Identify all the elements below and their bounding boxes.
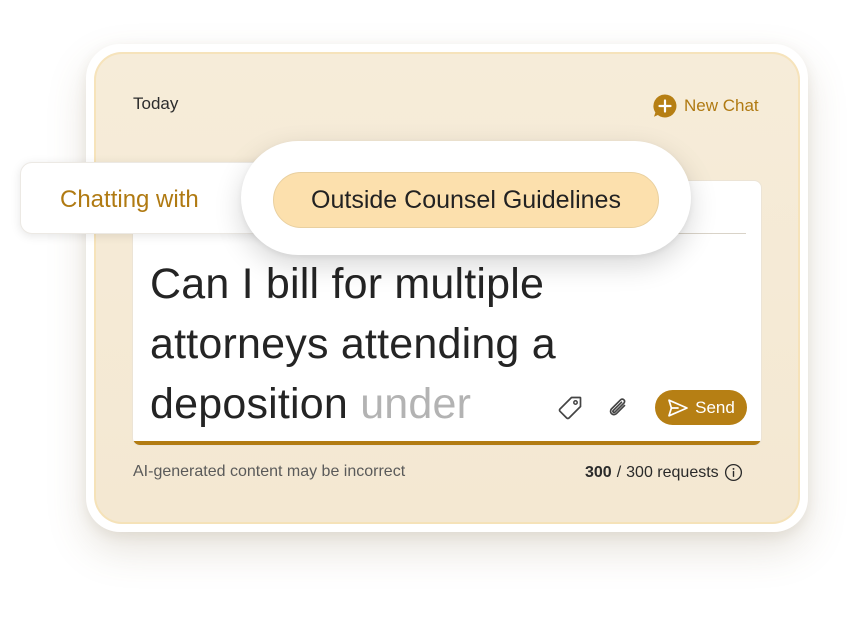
new-chat-button[interactable]: New Chat (652, 93, 759, 119)
tag-icon (558, 396, 582, 420)
tag-button[interactable] (555, 393, 585, 423)
query-autocomplete-suggestion: under (360, 380, 472, 428)
requests-total: 300 requests (626, 463, 719, 481)
source-chip-label: Outside Counsel Guidelines (311, 185, 621, 214)
paperclip-icon (609, 398, 626, 416)
send-label: Send (695, 397, 735, 417)
new-chat-label: New Chat (684, 96, 759, 115)
requests-used: 300 (585, 463, 612, 481)
chat-plus-icon (653, 94, 677, 118)
query-typed-text: Can I bill for multiple attorneys attend… (150, 260, 556, 428)
attach-button[interactable] (603, 393, 633, 423)
request-quota: 300 / 300 requests (585, 463, 743, 482)
ai-disclaimer: AI-generated content may be incorrect (133, 463, 406, 480)
chat-widget: Today New Chat Can I bill for multiple a… (0, 0, 852, 618)
input-focus-underline (133, 441, 761, 445)
send-button[interactable]: Send (655, 390, 747, 425)
source-chip[interactable]: Outside Counsel Guidelines (273, 172, 659, 228)
section-label-today: Today (133, 94, 179, 113)
requests-separator: / (616, 463, 622, 481)
chatting-with-label: Chatting with (60, 186, 199, 213)
send-icon (668, 398, 688, 417)
info-icon[interactable] (724, 463, 743, 482)
